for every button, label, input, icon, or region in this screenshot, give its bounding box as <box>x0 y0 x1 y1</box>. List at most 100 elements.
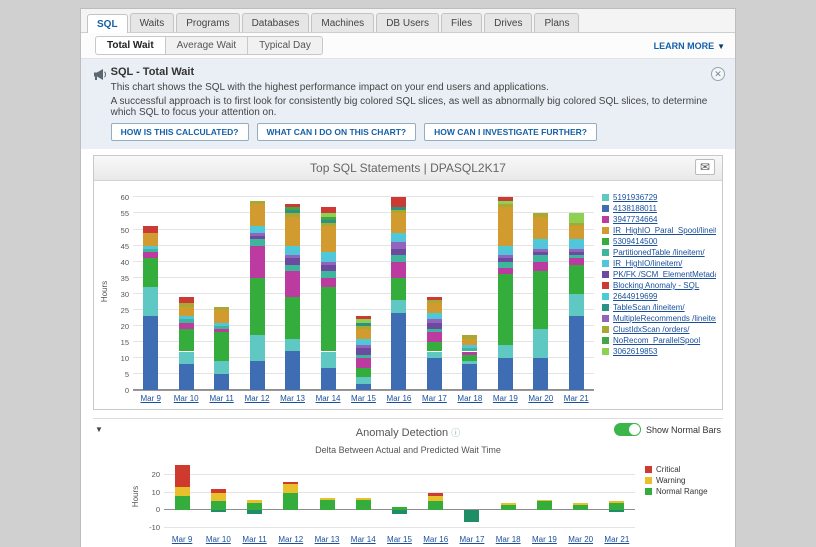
bar-segment[interactable] <box>247 503 262 510</box>
bar-segment[interactable] <box>533 271 548 329</box>
date-link[interactable]: Mar 16 <box>418 535 454 544</box>
bar-segment[interactable] <box>569 265 584 294</box>
bar-segment[interactable] <box>356 384 371 390</box>
bar-segment[interactable] <box>569 239 584 242</box>
bar-segment[interactable] <box>498 268 513 274</box>
bar-segment[interactable] <box>285 213 300 216</box>
stacked-bar[interactable] <box>356 461 371 531</box>
bar-segment[interactable] <box>143 316 158 390</box>
bar-segment[interactable] <box>533 252 548 255</box>
bar-segment[interactable] <box>211 510 226 512</box>
bar-segment[interactable] <box>143 226 158 232</box>
date-link[interactable]: Mar 14 <box>310 394 345 403</box>
bar-segment[interactable] <box>321 207 336 213</box>
stacked-bar[interactable] <box>609 461 624 531</box>
tab-sql[interactable]: SQL <box>87 14 128 33</box>
collapse-icon[interactable]: ▼ <box>95 425 103 434</box>
stacked-bar[interactable] <box>464 461 479 531</box>
bar-segment[interactable] <box>428 496 443 501</box>
bar-segment[interactable] <box>143 233 158 246</box>
bar-segment[interactable] <box>573 505 588 510</box>
bar-segment[interactable] <box>283 482 298 484</box>
bar-segment[interactable] <box>533 217 548 239</box>
bar-segment[interactable] <box>533 329 548 358</box>
bar-segment[interactable] <box>143 287 158 316</box>
bar-segment[interactable] <box>321 278 336 288</box>
date-link[interactable]: Mar 14 <box>345 535 381 544</box>
date-link[interactable]: Mar 18 <box>490 535 526 544</box>
date-link[interactable]: Mar 13 <box>309 535 345 544</box>
bar-segment[interactable] <box>498 274 513 345</box>
sql-statement-link[interactable]: MultipleRecommends /lineitem/ <box>613 314 716 323</box>
subtab-typical-day[interactable]: Typical Day <box>248 36 323 55</box>
bar-segment[interactable] <box>285 339 300 352</box>
bar-segment[interactable] <box>427 316 442 319</box>
bar-segment[interactable] <box>569 242 584 248</box>
bar-segment[interactable] <box>283 493 298 511</box>
email-icon[interactable]: ✉ <box>695 159 715 175</box>
bar-segment[interactable] <box>356 498 371 500</box>
bar-segment[interactable] <box>214 323 229 326</box>
bar-segment[interactable] <box>462 345 477 348</box>
bar-segment[interactable] <box>179 329 194 351</box>
bar-segment[interactable] <box>391 197 406 207</box>
stacked-bar[interactable] <box>427 191 442 390</box>
bar-segment[interactable] <box>321 252 336 255</box>
bar-segment[interactable] <box>356 326 371 329</box>
stacked-bar[interactable] <box>356 191 371 390</box>
date-link[interactable]: Mar 17 <box>417 394 452 403</box>
bar-segment[interactable] <box>537 501 552 510</box>
help-button-how-can-i-investigate-further-[interactable]: HOW CAN I INVESTIGATE FURTHER? <box>424 123 597 141</box>
bar-segment[interactable] <box>320 500 335 511</box>
bar-segment[interactable] <box>391 242 406 248</box>
stacked-bar[interactable] <box>573 461 588 531</box>
date-link[interactable]: Mar 9 <box>164 535 200 544</box>
bar-segment[interactable] <box>427 352 442 358</box>
bar-segment[interactable] <box>143 246 158 249</box>
tab-programs[interactable]: Programs <box>176 13 239 32</box>
date-link[interactable]: Mar 16 <box>381 394 416 403</box>
bar-segment[interactable] <box>427 332 442 342</box>
bar-segment[interactable] <box>427 300 442 303</box>
bar-segment[interactable] <box>211 501 226 510</box>
bar-segment[interactable] <box>356 342 371 345</box>
bar-segment[interactable] <box>609 501 624 503</box>
bar-segment[interactable] <box>321 265 336 271</box>
toggle-pill[interactable] <box>614 423 641 436</box>
stacked-bar[interactable] <box>392 461 407 531</box>
bar-segment[interactable] <box>391 262 406 278</box>
bar-segment[interactable] <box>250 201 265 204</box>
stacked-bar[interactable] <box>391 191 406 390</box>
bar-segment[interactable] <box>250 233 265 236</box>
bar-segment[interactable] <box>501 505 516 510</box>
bar-segment[interactable] <box>320 498 335 500</box>
stacked-bar[interactable] <box>247 461 262 531</box>
sql-statement-link[interactable]: PartitionedTable /lineitem/ <box>613 248 705 257</box>
sql-statement-link[interactable]: 3062619853 <box>613 347 658 356</box>
stacked-bar[interactable] <box>211 461 226 531</box>
bar-segment[interactable] <box>321 226 336 252</box>
sql-statement-link[interactable]: 5191936729 <box>613 193 658 202</box>
stacked-bar[interactable] <box>214 191 229 390</box>
stacked-bar[interactable] <box>537 461 552 531</box>
bar-segment[interactable] <box>285 217 300 246</box>
bar-segment[interactable] <box>391 236 406 242</box>
bar-segment[interactable] <box>356 355 371 358</box>
stacked-bar[interactable] <box>533 191 548 390</box>
sql-statement-link[interactable]: ClustIdxScan /orders/ <box>613 325 689 334</box>
bar-segment[interactable] <box>462 364 477 390</box>
bar-segment[interactable] <box>427 342 442 352</box>
bar-segment[interactable] <box>391 213 406 232</box>
bar-segment[interactable] <box>285 204 300 207</box>
bar-segment[interactable] <box>321 368 336 390</box>
bar-segment[interactable] <box>428 501 443 510</box>
bar-segment[interactable] <box>609 510 624 512</box>
learn-more-menu[interactable]: LEARN MORE▼ <box>654 41 725 51</box>
bar-segment[interactable] <box>321 287 336 351</box>
bar-segment[interactable] <box>356 345 371 348</box>
sql-statement-link[interactable]: IR_HighIO_Paral_Spool/lineitem <box>613 226 716 235</box>
bar-segment[interactable] <box>498 358 513 390</box>
bar-segment[interactable] <box>214 332 229 361</box>
bar-segment[interactable] <box>569 316 584 390</box>
bar-segment[interactable] <box>427 329 442 332</box>
